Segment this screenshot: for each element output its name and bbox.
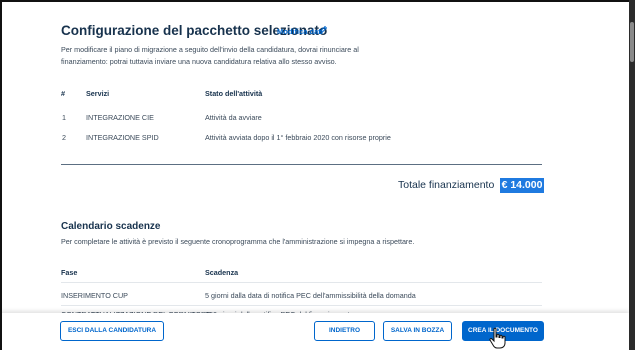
scrollbar[interactable]: [629, 0, 635, 350]
col-header-services: Servizi: [86, 89, 110, 98]
window-frame-top: [0, 0, 635, 2]
service-row-number: 1: [62, 113, 66, 122]
calendar-title: Calendario scadenze: [61, 221, 161, 232]
back-button[interactable]: INDIETRO: [314, 321, 375, 341]
col-header-number: #: [61, 89, 65, 98]
col-header-phase: Fase: [61, 268, 78, 277]
edit-data-link[interactable]: Modifica dati: [277, 27, 323, 36]
row-divider: [61, 282, 542, 283]
service-row-name: INTEGRAZIONE SPID: [86, 133, 159, 142]
service-row-status: Attività da avviare: [205, 113, 262, 122]
total-value: € 14.000: [500, 178, 544, 193]
service-row-status: Attività avviata dopo il 1° febbraio 202…: [205, 133, 391, 142]
row-divider: [61, 305, 542, 306]
service-row-number: 2: [62, 133, 66, 142]
exit-application-button[interactable]: ESCI DALLA CANDIDATURA: [60, 321, 164, 341]
footer-action-bar: ESCI DALLA CANDIDATURA INDIETRO SALVA IN…: [0, 313, 629, 350]
total-label: Totale finanziamento: [398, 179, 495, 191]
col-header-deadline: Scadenza: [205, 268, 239, 277]
calendar-row-phase: INSERIMENTO CUP: [61, 291, 128, 300]
window-frame-left: [0, 0, 2, 350]
scrollbar-thumb[interactable]: [630, 22, 634, 62]
calendar-row-deadline: 5 giorni dalla data di notifica PEC dell…: [205, 291, 416, 300]
col-header-status: Stato dell'attività: [205, 89, 263, 98]
package-intro: Per modificare il piano di migrazione a …: [61, 45, 359, 66]
pencil-icon[interactable]: [318, 25, 328, 35]
calendar-intro: Per completare le attività è previsto il…: [61, 237, 415, 246]
hand-cursor-icon: [489, 327, 506, 349]
service-row-name: INTEGRAZIONE CIE: [86, 113, 154, 122]
save-draft-button[interactable]: SALVA IN BOZZA: [383, 321, 452, 341]
main-content: Configurazione del pacchetto selezionato…: [0, 0, 629, 350]
section-divider: [61, 164, 542, 165]
